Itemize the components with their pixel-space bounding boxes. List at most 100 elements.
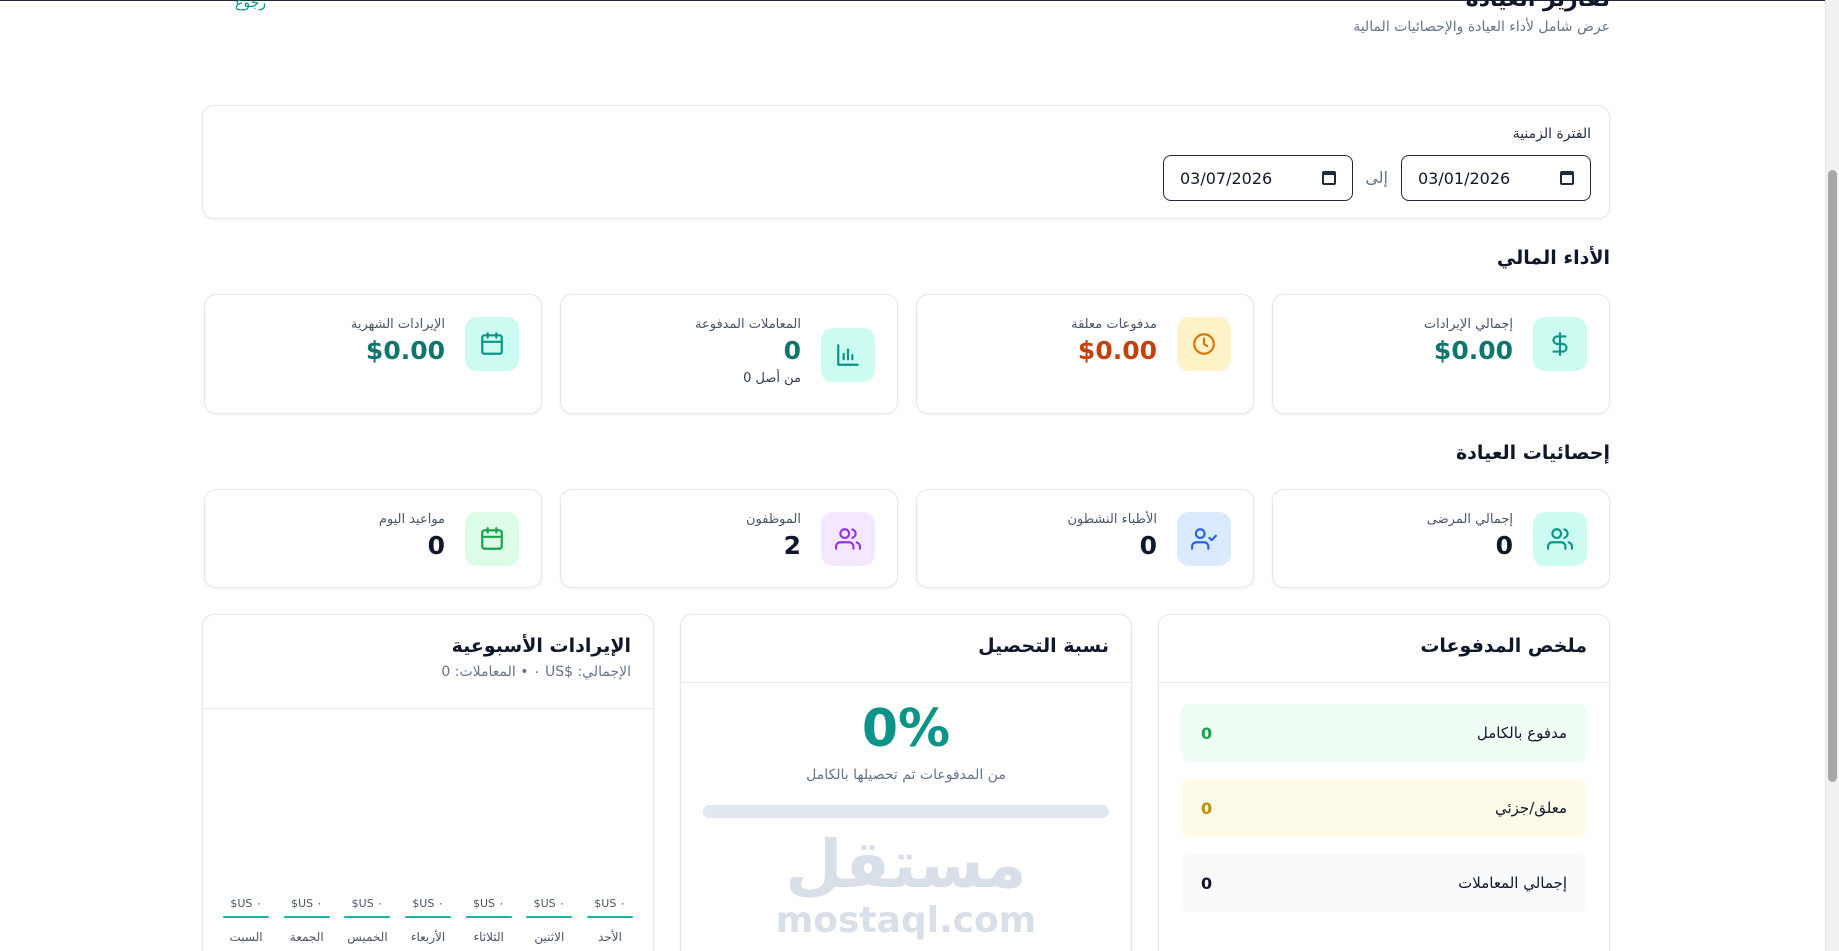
stat-value: 2: [783, 531, 801, 560]
watermark-english: mostaql.com: [775, 900, 1037, 941]
day-amount: $US ٠: [230, 897, 262, 910]
stat-card-pending-payments: مدفوعات معلقة $0.00: [916, 294, 1254, 414]
to-date-value: 03/07/2026: [1180, 168, 1273, 188]
calendar-icon: [465, 512, 519, 566]
day-amount: $US ٠: [351, 897, 384, 910]
summary-row-paid-full: مدفوع بالكامل 0: [1181, 704, 1587, 762]
day-name: الجمعة: [289, 930, 324, 944]
weekly-revenue-panel: الإيرادات الأسبوعية الإجمالي: $US ٠ • ال…: [202, 614, 654, 951]
stat-card-staff: الموظفون 2: [560, 489, 898, 588]
stat-label: المعاملات المدفوعة: [695, 317, 801, 332]
day-column: $US ٠ الثلاثاء: [465, 897, 512, 951]
stat-value: 0: [783, 336, 801, 365]
summary-value: 0: [1201, 798, 1213, 818]
stat-value: 0: [1139, 531, 1157, 560]
stat-value: 0: [427, 531, 445, 560]
summary-label: مدفوع بالكامل: [1476, 724, 1567, 742]
collection-rate-caption: من المدفوعات تم تحصيلها بالكامل: [806, 767, 1006, 783]
to-date-input[interactable]: 03/07/2026: [1163, 155, 1353, 201]
weekly-summary: الإجمالي: $US ٠ • المعاملات: 0: [441, 664, 631, 680]
day-bar: [587, 916, 633, 918]
back-link[interactable]: رجوع: [235, 0, 266, 11]
day-amount: $US ٠: [472, 897, 505, 910]
collection-rate-panel: نسبة التحصيل 0% من المدفوعات تم تحصيلها …: [680, 614, 1132, 951]
stat-card-monthly-revenue: الإيرادات الشهرية $0.00: [204, 294, 542, 414]
stat-value: $0.00: [1433, 336, 1513, 365]
stat-value: $0.00: [1077, 336, 1157, 365]
day-bar: [344, 916, 391, 918]
scrollbar-thumb[interactable]: [1828, 170, 1837, 782]
day-bar: [283, 916, 330, 918]
stat-label: مواعيد اليوم: [378, 512, 445, 527]
stat-value: 0: [1495, 531, 1513, 560]
summary-value: 0: [1201, 873, 1213, 893]
day-name: السبت: [229, 930, 263, 944]
summary-value: 0: [1201, 723, 1213, 743]
stat-label: إجمالي الإيرادات: [1423, 317, 1513, 332]
payments-summary-panel: ملخص المدفوعات مدفوع بالكامل 0 معلق/جزئي…: [1158, 614, 1610, 951]
period-label: الفترة الزمنية: [1512, 126, 1591, 142]
summary-label: معلق/جزئي: [1494, 799, 1567, 817]
stat-card-active-doctors: الأطباء النشطون 0: [916, 489, 1254, 588]
watermark-arabic: مستقل: [785, 826, 1027, 903]
period-filter-card: الفترة الزمنية 03/01/2026 إلى 03/07/2026: [202, 105, 1610, 219]
stat-label: مدفوعات معلقة: [1071, 317, 1157, 332]
day-column: $US ٠ الاثنين: [526, 897, 573, 951]
clock-icon: [1177, 317, 1231, 371]
day-name: الأربعاء: [410, 930, 446, 944]
stat-card-total-revenue: إجمالي الإيرادات $0.00: [1272, 294, 1610, 414]
day-bar: [405, 916, 452, 918]
stat-value: $0.00: [365, 336, 445, 365]
panel-title: نسبة التحصيل: [978, 635, 1109, 657]
financial-section-title: الأداء المالي: [1496, 247, 1610, 269]
day-amount: $US ٠: [412, 897, 444, 910]
panel-title: الإيرادات الأسبوعية: [451, 635, 631, 657]
page-subtitle: عرض شامل لأداء العيادة والإحصائيات المال…: [1353, 19, 1610, 35]
day-column: $US ٠ الجمعة: [283, 897, 330, 951]
users-icon: [821, 512, 875, 566]
day-name: الثلاثاء: [473, 930, 504, 944]
stat-card-total-patients: إجمالي المرضى 0: [1272, 489, 1610, 588]
day-column: $US ٠ الأربعاء: [405, 897, 452, 951]
to-label: إلى: [1365, 168, 1388, 187]
day-bar: [465, 916, 512, 918]
mostaql-watermark-logo: مستقل mostaql.com: [681, 827, 1131, 939]
reports-page: تقارير العيادة عرض شامل لأداء العيادة وا…: [202, 0, 1610, 951]
stat-card-paid-transactions: المعاملات المدفوعة 0 من أصل 0: [560, 294, 898, 414]
dollar-icon: [1533, 317, 1587, 371]
users-icon: [1533, 512, 1587, 566]
day-amount: $US ٠: [594, 897, 626, 910]
calendar-icon: [465, 317, 519, 371]
day-column: $US ٠ الخميس: [344, 897, 391, 951]
day-amount: $US ٠: [290, 897, 323, 910]
collection-progress-bar: [703, 805, 1109, 818]
page-title: تقارير العيادة: [1353, 0, 1610, 14]
day-amount: $US ٠: [533, 897, 566, 910]
collection-rate-value: 0%: [861, 699, 951, 759]
day-column: $US ٠ الأحد: [587, 897, 633, 951]
day-column: $US ٠ السبت: [223, 897, 270, 951]
page-header: تقارير العيادة عرض شامل لأداء العيادة وا…: [1353, 0, 1610, 35]
day-bar: [223, 916, 270, 918]
clinic-section-title: إحصائيات العيادة: [1455, 442, 1610, 464]
from-date-input[interactable]: 03/01/2026: [1401, 155, 1591, 201]
day-name: الخميس: [347, 930, 388, 944]
panel-title: ملخص المدفوعات: [1420, 635, 1587, 657]
day-name: الأحد: [598, 930, 622, 944]
calendar-picker-icon[interactable]: [1322, 171, 1336, 185]
bar-chart-icon: [821, 328, 875, 382]
from-date-value: 03/01/2026: [1418, 168, 1511, 188]
stat-label: الأطباء النشطون: [1067, 512, 1157, 527]
stat-card-today-appointments: مواعيد اليوم 0: [204, 489, 542, 588]
summary-label: إجمالي المعاملات: [1458, 874, 1567, 892]
day-bar: [526, 916, 573, 918]
stat-label: الموظفون: [746, 512, 801, 527]
stat-note: من أصل 0: [743, 371, 801, 386]
stat-label: إجمالي المرضى: [1426, 512, 1513, 527]
day-name: الاثنين: [534, 930, 565, 944]
user-check-icon: [1177, 512, 1231, 566]
page-scrollbar[interactable]: [1825, 0, 1839, 951]
calendar-picker-icon[interactable]: [1560, 171, 1574, 185]
summary-row-total-transactions: إجمالي المعاملات 0: [1181, 854, 1587, 912]
stat-label: الإيرادات الشهرية: [350, 317, 445, 332]
